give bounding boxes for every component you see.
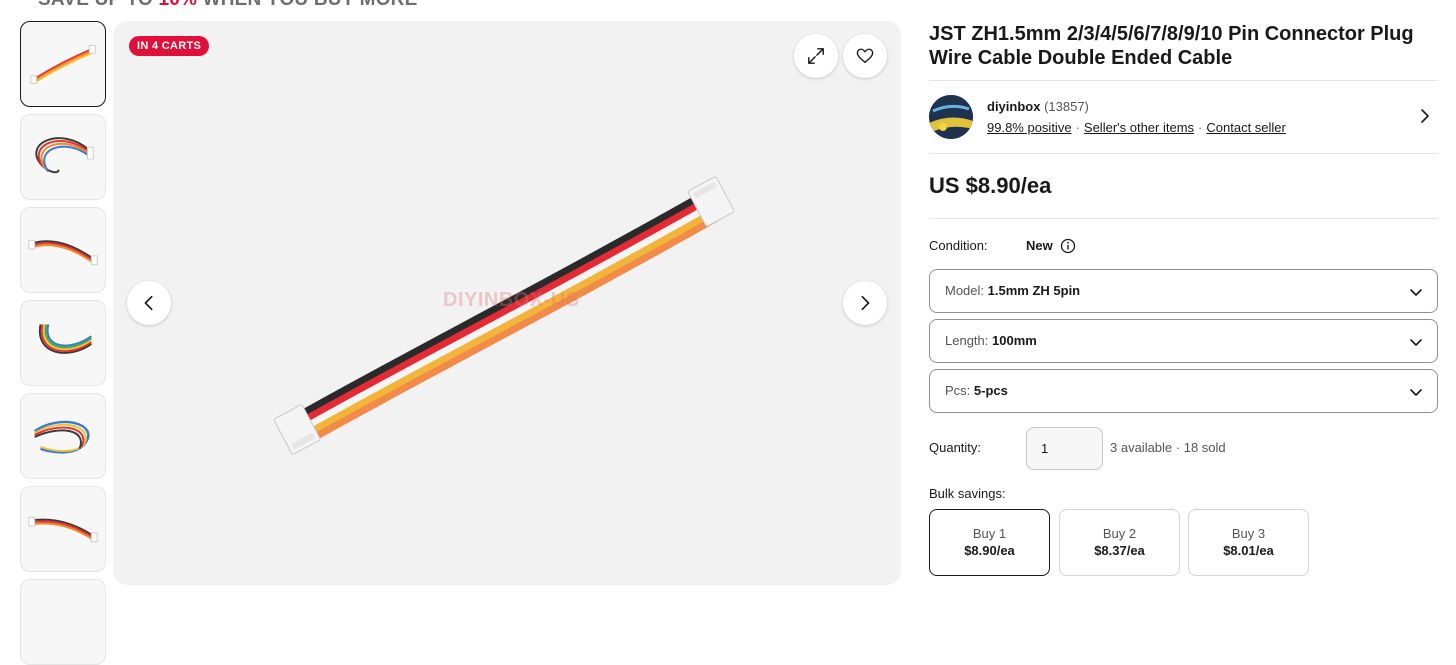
bulk-option-buy-1[interactable]: Buy 1 $8.90/ea: [929, 509, 1050, 576]
quantity-availability: 3 available · 18 sold: [1110, 440, 1226, 455]
promo-percent: 10%: [158, 0, 197, 10]
pcs-select[interactable]: Pcs: 5-pcs: [929, 369, 1438, 413]
separator-dot: ·: [1198, 120, 1203, 135]
chevron-down-icon: [1410, 389, 1422, 396]
divider: [929, 80, 1438, 81]
chevron-left-icon: [144, 295, 153, 311]
product-details: JST ZH1.5mm 2/3/4/5/6/7/8/9/10 Pin Conne…: [929, 21, 1438, 576]
seller-card: diyinbox (13857) 99.8% positive · Seller's…: [929, 95, 1438, 139]
divider: [929, 153, 1438, 154]
bulk-option-qty: Buy 3: [1231, 526, 1266, 541]
quantity-input[interactable]: 1: [1026, 427, 1103, 470]
bulk-option-price: $8.37/ea: [1094, 543, 1145, 558]
separator-dot: ·: [1075, 120, 1080, 135]
thumbnail-6[interactable]: [20, 486, 106, 572]
expand-icon: [808, 48, 824, 64]
promo-prefix: SAVE UP TO: [38, 0, 158, 10]
model-select[interactable]: Model: 1.5mm ZH 5pin: [929, 269, 1438, 313]
seller-other-items-link[interactable]: Seller's other items: [1084, 120, 1194, 135]
thumbnail-7[interactable]: [20, 579, 106, 665]
contact-seller-link[interactable]: Contact seller: [1206, 120, 1285, 135]
bulk-option-price: $8.01/ea: [1223, 543, 1274, 558]
thumbnail-2[interactable]: [20, 114, 106, 200]
chevron-right-icon: [861, 295, 870, 311]
seller-links: 99.8% positive · Seller's other items · Cont…: [987, 120, 1286, 135]
chevron-right-icon[interactable]: [1418, 109, 1432, 123]
thumbnail-4[interactable]: [20, 300, 106, 386]
item-price: US $8.90/ea: [929, 173, 1052, 198]
thumbnail-1[interactable]: [20, 21, 106, 107]
divider: [929, 218, 1438, 219]
pcs-select-label: Pcs:: [945, 383, 971, 398]
length-select-label: Length:: [945, 333, 989, 348]
bulk-option-qty: Buy 2: [1102, 526, 1137, 541]
add-to-watchlist-button[interactable]: [843, 34, 887, 78]
chevron-down-icon: [1410, 339, 1422, 346]
thumbnail-5[interactable]: [20, 393, 106, 479]
seller-name-line: diyinbox (13857): [987, 99, 1089, 114]
bulk-savings-label: Bulk savings:: [929, 486, 1006, 501]
pcs-select-value: 5-pcs: [973, 383, 1008, 398]
chevron-down-icon: [1410, 289, 1422, 296]
image-watermark: DIYINBOX-US: [443, 289, 580, 311]
seller-feedback-count: (13857): [1044, 99, 1089, 114]
seller-name[interactable]: diyinbox: [987, 99, 1040, 114]
bulk-option-qty: Buy 1: [972, 526, 1007, 541]
expand-button[interactable]: [794, 34, 838, 78]
model-select-value: 1.5mm ZH 5pin: [987, 283, 1081, 298]
bulk-option-price: $8.90/ea: [964, 543, 1015, 558]
promo-suffix: WHEN YOU BUY MORE: [197, 0, 418, 10]
condition-value: New: [1026, 238, 1053, 253]
model-select-label: Model:: [945, 283, 985, 298]
promo-banner: SAVE UP TO 10% WHEN YOU BUY MORE: [38, 0, 417, 11]
in-carts-badge: IN 4 CARTS: [129, 36, 210, 56]
previous-image-button[interactable]: [127, 281, 171, 325]
length-select-value: 100mm: [992, 333, 1037, 348]
quantity-label: Quantity:: [929, 440, 982, 455]
condition-label: Condition:: [929, 238, 988, 253]
thumbnail-3[interactable]: [20, 207, 106, 293]
seller-avatar[interactable]: [929, 95, 973, 139]
next-image-button[interactable]: [843, 281, 887, 325]
seller-positive-link[interactable]: 99.8% positive: [987, 120, 1072, 135]
main-image-gallery: DIYINBOX-US IN 4 CARTS: [113, 21, 901, 585]
info-icon[interactable]: [1060, 238, 1076, 254]
product-title: JST ZH1.5mm 2/3/4/5/6/7/8/9/10 Pin Conne…: [929, 23, 1414, 69]
length-select[interactable]: Length: 100mm: [929, 319, 1438, 363]
bulk-option-buy-3[interactable]: Buy 3 $8.01/ea: [1188, 509, 1309, 576]
heart-icon: [856, 48, 874, 63]
bulk-option-buy-2[interactable]: Buy 2 $8.37/ea: [1059, 509, 1180, 576]
